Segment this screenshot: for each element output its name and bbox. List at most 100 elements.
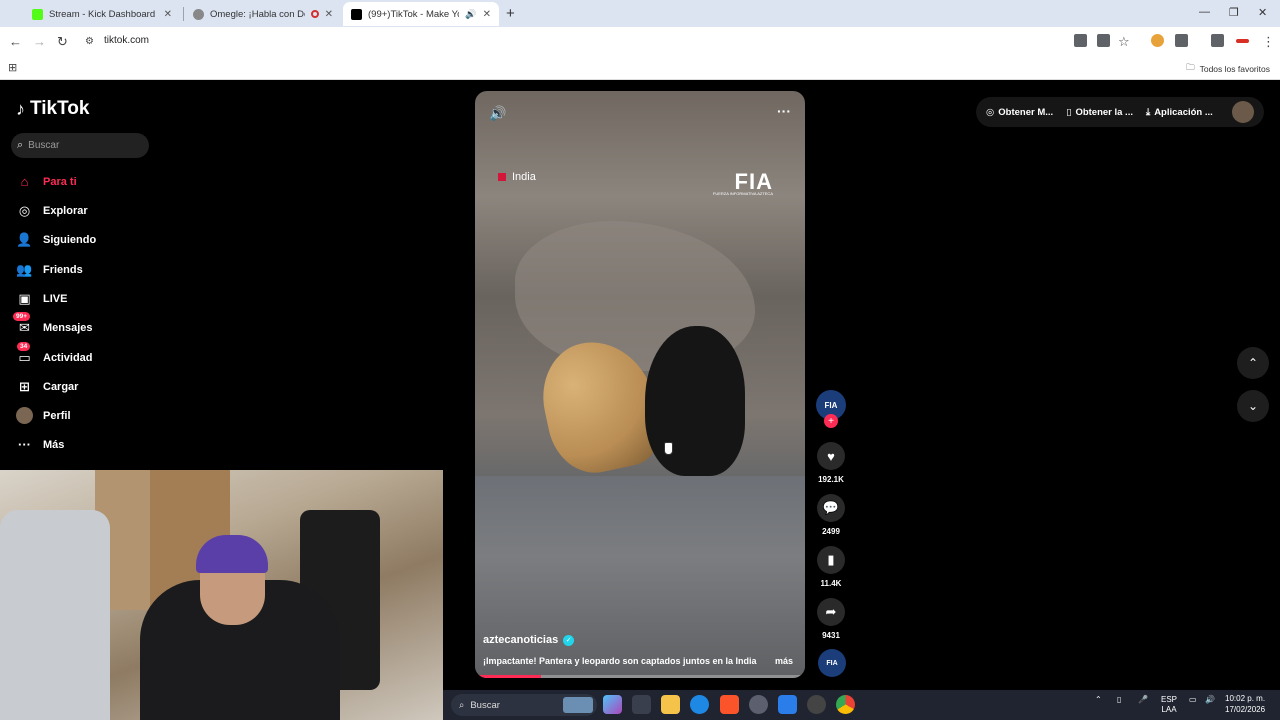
- reload-icon[interactable]: ↻: [57, 34, 68, 50]
- more-options-icon[interactable]: ···: [777, 103, 791, 119]
- folder-icon: 🗀: [1186, 62, 1195, 72]
- video-author[interactable]: aztecanoticias ✓: [483, 634, 575, 646]
- sidebar-item-actividad[interactable]: ▭ 34 Actividad: [16, 342, 93, 366]
- forward-icon[interactable]: →: [33, 34, 46, 49]
- get-app-button[interactable]: ▯ Obtener la ...: [1066, 107, 1133, 118]
- copilot-icon[interactable]: [603, 695, 622, 714]
- user-avatar[interactable]: [1232, 101, 1254, 123]
- microphone-icon[interactable]: 🎤: [1138, 695, 1148, 704]
- sidebar-item-perfil[interactable]: Perfil: [16, 407, 71, 424]
- messages-badge: 99+: [13, 312, 31, 321]
- sidebar-item-para-ti[interactable]: ⌂ Para ti: [16, 173, 77, 190]
- install-icon[interactable]: [1097, 34, 1110, 47]
- sidebar-item-friends[interactable]: 👥 Friends: [16, 261, 82, 278]
- site-info-icon[interactable]: ⚙: [85, 36, 94, 47]
- url-field[interactable]: tiktok.com: [104, 35, 149, 46]
- system-clock[interactable]: 10:02 p. m. 17/02/2026: [1225, 693, 1265, 715]
- media-icon[interactable]: [1211, 34, 1224, 47]
- extensions-icon[interactable]: [1175, 34, 1188, 47]
- phone-icon: ▯: [1066, 106, 1072, 118]
- audio-icon[interactable]: 🔊: [465, 9, 476, 20]
- maximize-icon[interactable]: ❐: [1229, 6, 1239, 19]
- webcam-overlay: [0, 470, 443, 720]
- comments-count: 2499: [822, 527, 840, 536]
- translate-icon[interactable]: [1074, 34, 1087, 47]
- close-window-icon[interactable]: ✕: [1258, 6, 1267, 19]
- tiktok-favicon-icon: [351, 8, 362, 20]
- taskbar-search[interactable]: ⌕ Buscar: [451, 694, 597, 716]
- video-player[interactable]: 🔊 ··· India FIA FUERZA INFORMATIVA AZTEC…: [475, 91, 805, 678]
- video-progress[interactable]: [475, 675, 805, 678]
- music-disc-avatar[interactable]: FIA: [818, 649, 846, 677]
- profile-icon[interactable]: [1236, 39, 1249, 43]
- tiktok-logo[interactable]: ♪ TikTok: [16, 98, 89, 120]
- edge-icon[interactable]: [690, 695, 709, 714]
- new-tab-icon[interactable]: +: [506, 5, 515, 22]
- language-indicator[interactable]: ESP LAA: [1161, 695, 1177, 715]
- sidebar-item-live[interactable]: ▣ LIVE: [16, 290, 67, 307]
- minimize-icon[interactable]: —: [1199, 6, 1210, 18]
- comment-icon: 💬: [817, 494, 845, 522]
- watermark-subtitle: FUERZA INFORMATIVA AZTECA: [712, 191, 773, 196]
- obs-icon[interactable]: [807, 695, 826, 714]
- tab-omegle[interactable]: Omegle: ¡Habla con Descon ✕: [185, 2, 341, 26]
- bookmarks-bar: ⊞ 🗀 Todos los favoritos: [0, 57, 1280, 80]
- close-tab-icon[interactable]: ✕: [483, 9, 491, 20]
- coin-icon: ◎: [986, 106, 995, 118]
- search-input[interactable]: ⌕ Buscar: [11, 133, 149, 158]
- sidebar: ♪ TikTok ⌕ Buscar ⌂ Para ti ◎ Explorar 👤…: [0, 80, 443, 470]
- tab-kick[interactable]: Stream - Kick Dashboard ✕: [24, 2, 180, 26]
- windows-taskbar: ⌕ Buscar ⌃ ▯ 🎤 ESP LAA ▭ 🔊 10:02 p. m. 1…: [443, 690, 1280, 720]
- upload-icon: ⊞: [19, 378, 30, 394]
- show-hidden-icon[interactable]: ⌃: [1095, 695, 1102, 704]
- menu-icon[interactable]: ⋮: [1262, 34, 1275, 50]
- follow-plus-icon[interactable]: +: [824, 414, 838, 428]
- activity-badge: 34: [17, 342, 31, 351]
- extension-icon[interactable]: [1151, 34, 1164, 47]
- share-button[interactable]: ➦ 9431: [817, 598, 845, 640]
- compass-icon: ◎: [18, 202, 31, 218]
- get-coins-button[interactable]: ◎ Obtener M...: [986, 107, 1053, 118]
- like-button[interactable]: ♥ 192.1K: [817, 442, 845, 484]
- star-icon[interactable]: ☆: [1118, 34, 1130, 50]
- sidebar-item-cargar[interactable]: ⊞ Cargar: [16, 378, 78, 395]
- brave-icon[interactable]: [720, 695, 739, 714]
- tab-strip: Stream - Kick Dashboard ✕ Omegle: ¡Habla…: [0, 0, 1280, 27]
- comment-button[interactable]: 💬 2499: [817, 494, 845, 536]
- file-explorer-icon[interactable]: [661, 695, 680, 714]
- save-button[interactable]: ▮ 11.4K: [817, 546, 845, 588]
- sidebar-item-siguiendo[interactable]: 👤 Siguiendo: [16, 231, 96, 248]
- search-placeholder: Buscar: [28, 140, 60, 151]
- apps-icon[interactable]: ⊞: [8, 61, 17, 74]
- tab-tiktok[interactable]: (99+)TikTok - Make Your D 🔊 ✕: [343, 2, 499, 26]
- mail-icon[interactable]: [778, 695, 797, 714]
- kick-favicon-icon: [32, 8, 43, 20]
- volume-tray-icon[interactable]: 🔊: [1205, 695, 1215, 704]
- tab-title: Stream - Kick Dashboard: [49, 8, 156, 20]
- store-icon[interactable]: [632, 695, 651, 714]
- recording-icon: [310, 10, 319, 18]
- video-panther: [645, 326, 745, 476]
- bookmark-icon: ▮: [817, 546, 845, 574]
- volume-icon[interactable]: 🔊: [489, 105, 506, 122]
- caption-more-button[interactable]: más: [775, 656, 793, 666]
- video-caption: ¡Impactante! Pantera y leopardo son capt…: [483, 656, 757, 666]
- battery-icon[interactable]: ▯: [1117, 695, 1121, 704]
- live-icon: ▣: [18, 290, 31, 306]
- desktop-app-button[interactable]: ⤓ Aplicación ...: [1146, 107, 1213, 118]
- chevron-down-icon: ⌄: [1247, 399, 1259, 413]
- previous-video-button[interactable]: ⌃: [1237, 347, 1269, 379]
- verified-icon: ✓: [563, 634, 575, 646]
- sidebar-item-mas[interactable]: ··· Más: [16, 436, 64, 453]
- close-tab-icon[interactable]: ✕: [164, 9, 172, 20]
- video-water: [475, 476, 805, 678]
- chrome-icon[interactable]: [836, 695, 855, 714]
- sidebar-item-explorar[interactable]: ◎ Explorar: [16, 202, 88, 219]
- back-icon[interactable]: ←: [9, 34, 22, 49]
- close-tab-icon[interactable]: ✕: [325, 9, 333, 20]
- app-icon[interactable]: [749, 695, 768, 714]
- network-icon[interactable]: ▭: [1189, 695, 1197, 704]
- next-video-button[interactable]: ⌄: [1237, 390, 1269, 422]
- all-bookmarks[interactable]: 🗀 Todos los favoritos: [1186, 62, 1270, 76]
- sidebar-item-mensajes[interactable]: ✉ 99+ Mensajes: [13, 312, 93, 336]
